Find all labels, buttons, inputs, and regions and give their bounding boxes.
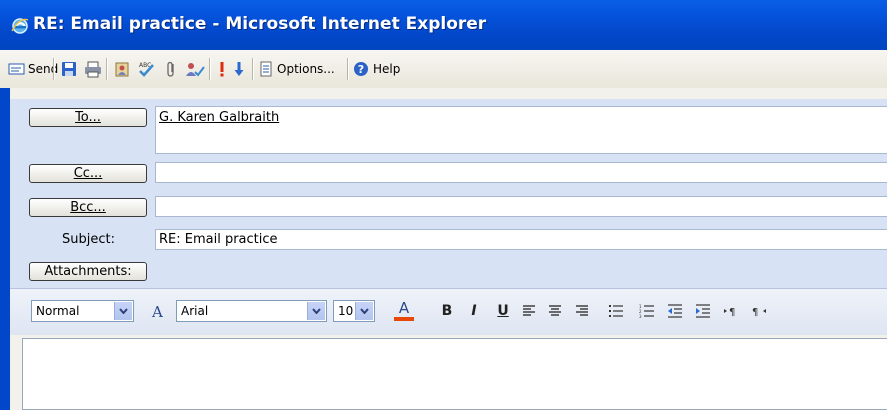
align-right-icon[interactable] bbox=[573, 300, 591, 322]
font-color-glyph: A bbox=[398, 299, 410, 317]
to-button-label: To... bbox=[75, 110, 101, 125]
subject-label: Subject: bbox=[62, 232, 115, 247]
bullet-list-icon[interactable] bbox=[607, 300, 625, 322]
right-to-left-icon[interactable]: ¶ bbox=[750, 300, 768, 322]
send-icon bbox=[8, 62, 26, 76]
to-recipient[interactable]: G. Karen Galbraith bbox=[159, 110, 279, 125]
font-family-value: Arial bbox=[181, 304, 209, 318]
underline-button[interactable]: U bbox=[495, 300, 511, 322]
exclamation-icon bbox=[216, 60, 228, 78]
message-body[interactable] bbox=[22, 338, 887, 410]
cc-button[interactable]: Cc... bbox=[29, 164, 147, 183]
bcc-field[interactable] bbox=[155, 196, 887, 217]
help-button[interactable]: ? Help bbox=[353, 58, 400, 80]
chevron-down-icon[interactable] bbox=[307, 302, 325, 320]
arrow-down-icon bbox=[233, 60, 245, 78]
check-names-icon bbox=[184, 60, 206, 78]
subject-field[interactable]: RE: Email practice bbox=[155, 229, 887, 250]
align-left-icon[interactable] bbox=[520, 300, 538, 322]
internet-explorer-icon bbox=[11, 17, 29, 35]
decrease-indent-icon[interactable] bbox=[666, 300, 684, 322]
print-button[interactable] bbox=[84, 58, 102, 80]
font-color-button[interactable]: A bbox=[393, 300, 415, 322]
attachments-button[interactable]: Attachments: bbox=[29, 262, 147, 281]
bold-button[interactable]: B bbox=[439, 300, 455, 322]
cc-button-label: Cc... bbox=[73, 166, 103, 181]
send-button[interactable]: Send bbox=[8, 58, 58, 80]
font-size-value: 10 bbox=[338, 304, 354, 318]
save-button[interactable] bbox=[60, 58, 78, 80]
align-center-icon[interactable] bbox=[546, 300, 564, 322]
help-icon: ? bbox=[353, 61, 369, 77]
importance-high-button[interactable] bbox=[216, 58, 228, 80]
address-book-icon bbox=[113, 60, 131, 78]
window-title: RE: Email practice - Microsoft Internet … bbox=[33, 14, 487, 34]
compose-window: RE: Email practice - Microsoft Internet … bbox=[0, 0, 887, 410]
left-to-right-icon[interactable]: ¶ bbox=[722, 300, 740, 322]
increase-indent-icon[interactable] bbox=[694, 300, 712, 322]
font-size-select[interactable]: 10 bbox=[333, 300, 375, 322]
svg-text:¶: ¶ bbox=[729, 307, 735, 318]
paperclip-icon bbox=[164, 60, 178, 78]
svg-text:A: A bbox=[151, 303, 163, 319]
toolbar: Send ABC Options... ? Help bbox=[0, 50, 887, 89]
bcc-button[interactable]: Bcc... bbox=[29, 198, 147, 217]
spelling-button[interactable]: ABC bbox=[137, 58, 157, 80]
options-icon bbox=[259, 60, 273, 78]
to-field[interactable]: G. Karen Galbraith bbox=[155, 106, 887, 154]
window-left-border bbox=[0, 88, 10, 410]
help-label: Help bbox=[373, 62, 401, 76]
spell-check-icon: ABC bbox=[137, 60, 157, 78]
chevron-down-icon[interactable] bbox=[355, 302, 373, 320]
italic-button[interactable]: I bbox=[466, 300, 482, 322]
address-book-button[interactable] bbox=[113, 58, 131, 80]
font-style-icon[interactable]: A bbox=[150, 300, 166, 322]
svg-text:¶: ¶ bbox=[752, 307, 758, 318]
font-color-swatch bbox=[394, 317, 414, 321]
bcc-button-label: Bcc... bbox=[70, 200, 106, 215]
paragraph-style-value: Normal bbox=[36, 304, 80, 318]
to-button[interactable]: To... bbox=[29, 108, 147, 127]
cc-field[interactable] bbox=[155, 162, 887, 183]
printer-icon bbox=[84, 60, 102, 78]
options-label: Options... bbox=[277, 62, 335, 76]
check-names-button[interactable] bbox=[184, 58, 206, 80]
attachments-button-label: Attachments: bbox=[44, 264, 132, 279]
numbered-list-icon[interactable]: 123 bbox=[638, 300, 656, 322]
importance-low-button[interactable] bbox=[233, 58, 245, 80]
title-bar: RE: Email practice - Microsoft Internet … bbox=[0, 0, 887, 50]
chevron-down-icon[interactable] bbox=[114, 302, 132, 320]
options-button[interactable]: Options... bbox=[259, 58, 335, 80]
save-icon bbox=[60, 60, 78, 78]
paragraph-style-select[interactable]: Normal bbox=[31, 300, 134, 322]
svg-text:?: ? bbox=[358, 63, 364, 76]
svg-text:3: 3 bbox=[639, 314, 642, 318]
attach-button[interactable] bbox=[164, 58, 178, 80]
font-family-select[interactable]: Arial bbox=[176, 300, 327, 322]
